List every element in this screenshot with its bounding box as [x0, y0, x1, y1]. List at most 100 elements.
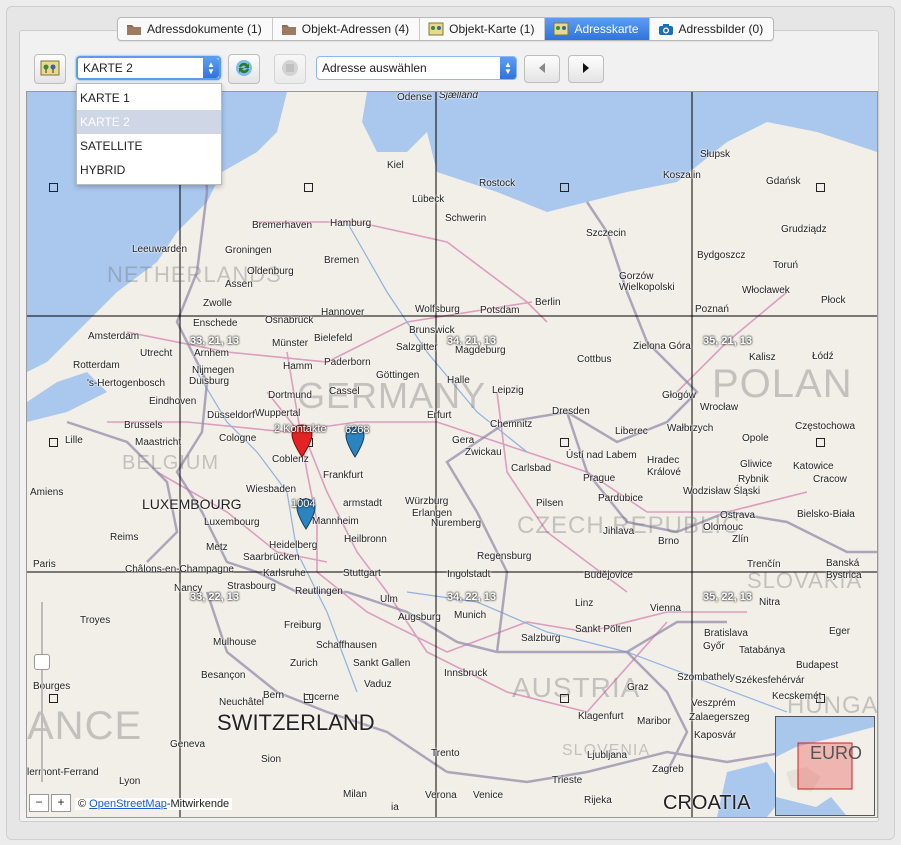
city-label: Ingolstadt — [447, 569, 491, 580]
city-label: Budějovice — [584, 570, 633, 581]
tab-objekt-adressen[interactable]: Objekt-Adressen (4) — [273, 18, 421, 40]
overview-label: EURO — [810, 743, 863, 763]
map-type-option[interactable]: KARTE 1 — [77, 86, 221, 110]
camera-icon — [658, 23, 674, 36]
city-label: Bratislava — [704, 628, 748, 639]
map-view-button[interactable] — [34, 54, 66, 84]
map-type-option[interactable]: SATELLITE — [77, 134, 221, 158]
city-label: Bielefeld — [314, 333, 353, 344]
city-label: Berlin — [535, 297, 561, 308]
city-label: Salzburg — [521, 633, 561, 644]
pin-label: 1004 — [291, 498, 316, 510]
city-label: Koszalin — [663, 170, 701, 181]
previous-button[interactable] — [524, 55, 560, 83]
city-label: Paderborn — [324, 357, 371, 368]
tab-adresskarte[interactable]: Adresskarte — [545, 18, 650, 40]
address-select[interactable]: Adresse auswählen ▲ ▼ — [316, 56, 517, 80]
map-view[interactable]: NETHERLANDS GERMANY POLAN BELGIUM LUXEMB… — [26, 91, 878, 818]
tile-label: 35, 21, 13 — [703, 335, 752, 347]
city-label: Amiens — [30, 487, 64, 498]
arrow-right-icon — [581, 62, 591, 77]
city-label: Częstochowa — [795, 421, 856, 432]
tab-label: Objekt-Adressen (4) — [301, 22, 410, 36]
stop-button[interactable] — [274, 54, 306, 84]
city-label: Châlons-en-Champagne — [125, 564, 234, 575]
chevron-updown-icon: ▲ ▼ — [203, 58, 219, 78]
refresh-button[interactable] — [228, 54, 260, 84]
city-label: Halle — [447, 375, 470, 386]
city-label: Karlsruhe — [263, 568, 306, 579]
tab-label: Adressbilder (0) — [678, 22, 764, 36]
city-label: Innsbruck — [444, 668, 488, 679]
city-label: Zwolle — [203, 298, 232, 309]
overview-map[interactable]: EURO — [775, 716, 875, 816]
tile-marker — [816, 438, 825, 447]
map-type-select[interactable]: KARTE 2 ▲ ▼ — [76, 56, 221, 80]
next-button[interactable] — [568, 55, 604, 83]
tile-label: 35, 22, 13 — [703, 591, 752, 603]
city-label: Schaffhausen — [316, 640, 377, 651]
city-label: Geneva — [170, 739, 206, 750]
city-label: Munich — [454, 610, 487, 621]
map-type-option-selected[interactable]: KARTE 2 — [77, 110, 221, 134]
city-label: Kiel — [387, 160, 404, 171]
city-label: Jihlava — [603, 526, 635, 537]
city-label: Mannheim — [312, 516, 359, 527]
map-attribution: © OpenStreetMap-Mitwirkende — [75, 798, 233, 810]
tab-objekt-karte[interactable]: Objekt-Karte (1) — [420, 18, 546, 40]
city-label: Duisburg — [189, 376, 230, 387]
city-label: Gorzów — [619, 271, 654, 282]
refresh-icon — [234, 58, 254, 81]
zoom-slider-handle[interactable] — [34, 654, 50, 670]
zoom-slider[interactable] — [34, 602, 50, 782]
city-label: Sjælland — [439, 91, 478, 101]
city-label: 's-Hertogenbosch — [87, 378, 166, 389]
city-label: Gdańsk — [766, 176, 801, 187]
overview-map-canvas — [776, 727, 874, 815]
city-label: Trieste — [552, 775, 583, 786]
city-label: Bystrica — [826, 570, 862, 581]
city-label: Nijmegen — [192, 365, 235, 376]
country-label: SWITZERLAND — [217, 710, 375, 735]
map-type-dropdown: KARTE 1 KARTE 2 SATELLITE HYBRID — [76, 83, 222, 185]
city-label: Magdeburg — [455, 345, 506, 356]
city-label: Rybnik — [738, 474, 769, 485]
country-label: LUXEMBOURG — [142, 496, 242, 512]
city-label: Ústí nad Labem — [566, 450, 637, 461]
city-label: Dresden — [552, 406, 590, 417]
openstreetmap-link[interactable]: OpenStreetMap — [89, 798, 167, 810]
city-label: Amsterdam — [88, 331, 140, 342]
city-label: Enschede — [193, 318, 238, 329]
city-label: Mulhouse — [213, 637, 257, 648]
folder-icon — [126, 23, 142, 36]
zoom-in-button[interactable]: + — [51, 794, 71, 812]
tile-label: 34, 22, 13 — [447, 591, 496, 603]
tab-label: Adressdokumente (1) — [147, 22, 262, 36]
city-label: Rostock — [479, 178, 516, 189]
city-label: Słupsk — [700, 149, 731, 160]
city-label: Trenčín — [747, 559, 781, 570]
city-label: Lucerne — [303, 692, 340, 703]
city-label: Potsdam — [480, 305, 520, 316]
city-label: Wolfsburg — [415, 304, 460, 315]
city-label: Bremerhaven — [252, 220, 313, 231]
city-label: Münster — [272, 338, 309, 349]
tab-adressbilder[interactable]: Adressbilder (0) — [650, 18, 774, 40]
city-label: Zagreb — [652, 764, 684, 775]
attribution-prefix: © — [78, 798, 87, 810]
city-label: ia — [391, 802, 399, 813]
city-label: Hamburg — [330, 218, 372, 229]
city-label: Cracow — [813, 474, 847, 485]
city-label: Düsseldorf — [207, 410, 255, 421]
city-label: Olomouc — [703, 522, 744, 533]
tab-adressdokumente[interactable]: Adressdokumente (1) — [118, 18, 273, 40]
map-type-option[interactable]: HYBRID — [77, 158, 221, 182]
city-label: Stuttgart — [343, 568, 381, 579]
city-label: Troyes — [80, 615, 111, 626]
city-label: Głogów — [662, 390, 696, 401]
city-label: Trento — [431, 748, 460, 759]
city-label: Oldenburg — [247, 266, 294, 277]
zoom-out-button[interactable]: − — [29, 794, 49, 812]
city-label: Wielkopolski — [619, 282, 675, 293]
country-label: CROATIA — [663, 792, 751, 814]
